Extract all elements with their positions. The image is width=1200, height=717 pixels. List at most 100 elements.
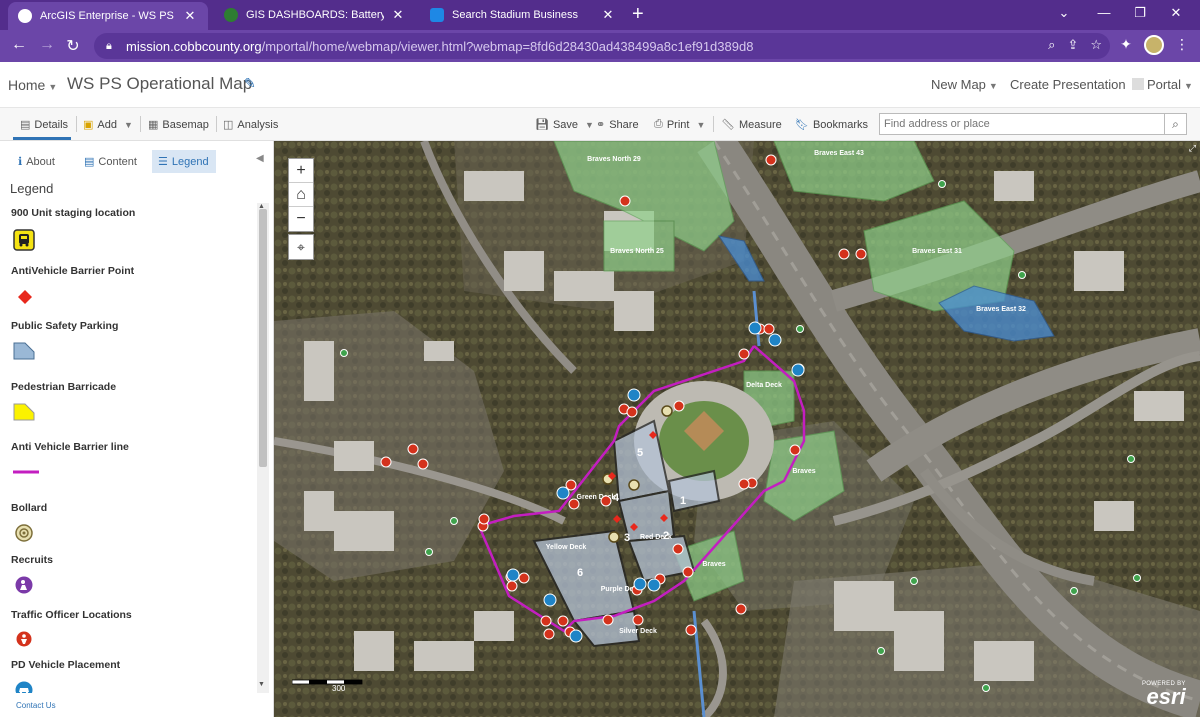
sector-number: 1: [680, 495, 686, 507]
scrollbar-thumb[interactable]: [259, 209, 267, 467]
info-icon: ℹ: [18, 156, 23, 168]
browser-tab-arcgis[interactable]: ArcGIS Enterprise - WS PS Operational Ma…: [8, 2, 208, 30]
aerial-imagery: Braves North 29 Braves East 43 Braves No…: [274, 141, 1200, 717]
zoom-control: + ⌂ −: [288, 158, 314, 232]
tab-title: Search Stadium Business: [452, 9, 578, 21]
forward-arrow-icon[interactable]: →: [36, 36, 58, 54]
close-icon[interactable]: ✕: [600, 7, 616, 23]
legend-item-label: PD Vehicle Placement: [11, 659, 121, 671]
basemap-button[interactable]: ▦ Basemap: [148, 118, 209, 132]
tab-label: About: [26, 155, 55, 168]
edit-pencil-icon[interactable]: ✎: [244, 75, 256, 92]
chevron-down-icon: ▼: [1183, 81, 1193, 91]
url-path: /mportal/home/webmap/viewer.html?webmap=…: [261, 38, 754, 54]
yellow-polygon-icon: [13, 403, 35, 421]
new-map-label: New Map: [931, 77, 986, 92]
map-title: WS PS Operational Map: [67, 74, 253, 93]
portal-menu[interactable]: Portal ▼: [1132, 77, 1193, 92]
legend-item-label: AntiVehicle Barrier Point: [11, 265, 135, 277]
tab-search-icon[interactable]: ⌄: [1054, 5, 1074, 21]
print-button[interactable]: ⎙ Print ▼: [654, 118, 705, 131]
new-tab-button[interactable]: +: [632, 4, 644, 24]
collapse-panel-icon[interactable]: ◀: [256, 153, 264, 164]
chrome-menu-icon[interactable]: ⋮: [1172, 36, 1192, 53]
save-button[interactable]: 💾︎ Save ▼: [535, 118, 594, 132]
expand-icon[interactable]: ⤢: [1189, 143, 1196, 154]
add-button[interactable]: ▣ Add ▼: [83, 118, 133, 132]
chevron-down-icon: ▼: [48, 82, 58, 92]
printer-icon: ⎙: [654, 118, 663, 130]
sector-number: 6: [577, 567, 583, 579]
sector-number: 2: [663, 530, 669, 542]
back-arrow-icon[interactable]: ←: [8, 36, 30, 54]
divider: [216, 116, 217, 132]
search-input[interactable]: [880, 114, 1160, 134]
legend-scrollbar[interactable]: ▲ ▼: [257, 203, 269, 693]
map-label: Braves North 29: [587, 156, 641, 163]
profile-avatar[interactable]: [1144, 35, 1164, 55]
divider: [76, 116, 77, 132]
s-app-icon: [430, 8, 444, 22]
share-label: Share: [609, 118, 639, 131]
tab-label: Content: [98, 155, 137, 168]
sector-number: 3: [624, 532, 630, 544]
restore-icon[interactable]: ❐: [1130, 5, 1150, 21]
legend-item: Public Safety Parking: [11, 320, 251, 360]
map-label: Silver Deck: [619, 628, 657, 635]
browser-tab-dashboards[interactable]: GIS DASHBOARDS: Battery & TRUIST Park ✕: [214, 0, 416, 30]
contact-us-link[interactable]: Contact Us: [16, 701, 56, 710]
url-field[interactable]: 🔒︎ mission.cobbcounty.org/mportal/home/w…: [94, 33, 1110, 59]
red-diamond-icon: [18, 290, 32, 304]
tab-legend[interactable]: ☰ Legend: [152, 150, 216, 173]
legend-icon: ☰: [158, 156, 168, 168]
save-icon: 💾︎: [535, 119, 549, 131]
minimize-icon[interactable]: —: [1094, 5, 1114, 20]
bus-icon: [13, 229, 35, 251]
details-button[interactable]: ▤ Details: [20, 118, 68, 132]
add-layer-icon: ▣: [83, 119, 94, 131]
save-label: Save: [552, 118, 579, 131]
url-host: mission.cobbcounty.org: [126, 38, 262, 54]
new-map-menu[interactable]: New Map ▼: [931, 77, 998, 92]
zoom-out-button[interactable]: −: [289, 207, 313, 231]
map-label: Braves East 43: [814, 150, 864, 157]
zoom-icon[interactable]: ⌕: [1048, 37, 1055, 53]
analysis-label: Analysis: [237, 118, 279, 131]
sector-number: 5: [637, 447, 643, 459]
bookmark-star-icon[interactable]: ☆: [1090, 37, 1102, 53]
home-menu[interactable]: Home ▼: [8, 77, 57, 93]
window-close-icon[interactable]: ✕: [1166, 5, 1186, 21]
legend-item: Anti Vehicle Barrier line: [11, 441, 251, 474]
analysis-button[interactable]: ◫ Analysis: [223, 118, 279, 132]
legend-item-label: Recruits: [11, 554, 54, 566]
share-icon[interactable]: ⇪: [1067, 37, 1078, 53]
recruit-icon: [15, 576, 33, 594]
address-search: ⌕: [879, 113, 1187, 135]
map-label: Yellow Deck: [546, 544, 587, 551]
home-extent-icon[interactable]: ⌂: [289, 183, 313, 207]
close-icon[interactable]: ✕: [390, 7, 406, 23]
reload-icon[interactable]: ↻: [62, 36, 84, 56]
measure-button[interactable]: 📏︎ Measure: [721, 118, 782, 132]
map-label: Braves North 25: [610, 248, 664, 255]
legend-item: Recruits: [11, 554, 251, 594]
legend-item: Bollard: [11, 502, 251, 542]
map-view[interactable]: Braves North 29 Braves East 43 Braves No…: [274, 141, 1200, 717]
close-icon[interactable]: ✕: [182, 8, 198, 24]
browser-tab-bar: ArcGIS Enterprise - WS PS Operational Ma…: [0, 0, 1200, 30]
zoom-in-button[interactable]: +: [289, 159, 313, 183]
share-button[interactable]: ⚭ Share: [596, 118, 639, 132]
blue-polygon-icon: [13, 342, 35, 360]
browser-tab-search-stadium[interactable]: Search Stadium Business ✕: [420, 0, 626, 30]
esri-attribution[interactable]: POWERED BY esri: [1142, 681, 1186, 708]
bookmarks-button[interactable]: 🔖︎ Bookmarks: [795, 118, 868, 132]
tab-about[interactable]: ℹ About: [12, 150, 61, 173]
tab-content[interactable]: ▤ Content: [78, 150, 143, 173]
create-presentation-link[interactable]: Create Presentation: [1010, 77, 1126, 92]
scroll-down-icon[interactable]: ▼: [258, 681, 265, 688]
tab-title: ArcGIS Enterprise - WS PS Operational Ma…: [40, 10, 176, 22]
locate-icon[interactable]: ⌖: [288, 234, 314, 260]
extensions-icon[interactable]: ✦: [1116, 36, 1136, 53]
search-icon[interactable]: ⌕: [1164, 114, 1186, 134]
legend-item: Pedestrian Barricade: [11, 381, 251, 421]
